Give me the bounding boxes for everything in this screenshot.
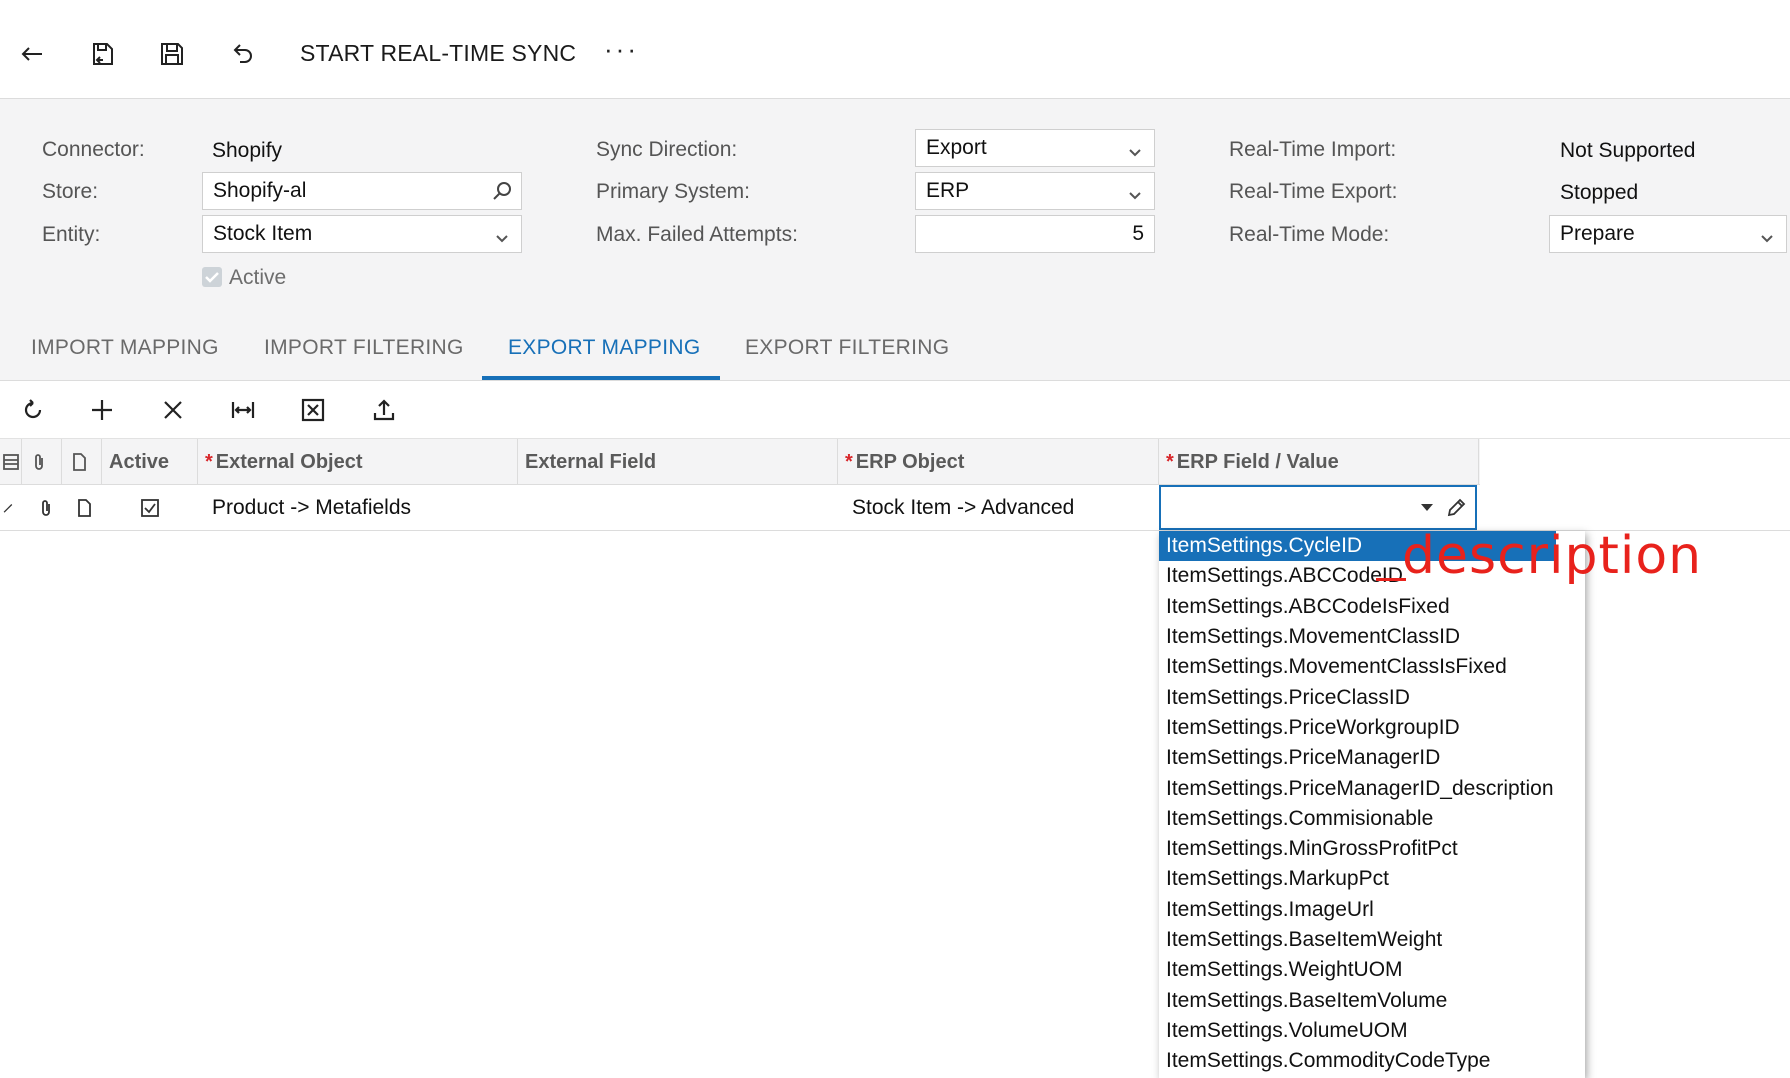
note-icon[interactable] bbox=[62, 485, 94, 531]
chevron-down-icon bbox=[495, 227, 509, 243]
column-erp-field-value[interactable]: * ERP Field / Value bbox=[1159, 439, 1479, 485]
search-icon[interactable] bbox=[491, 180, 513, 202]
connector-label: Connector: bbox=[42, 138, 145, 161]
sync-direction-value: Export bbox=[926, 136, 987, 159]
real-time-mode-value: Prepare bbox=[1560, 222, 1635, 245]
real-time-import-value: Not Supported bbox=[1560, 139, 1696, 162]
dropdown-option[interactable]: ItemSettings.MovementClassIsFixed bbox=[1159, 652, 1585, 682]
tab-bar: IMPORT MAPPING IMPORT FILTERING EXPORT M… bbox=[0, 320, 1790, 381]
chevron-down-icon bbox=[1128, 141, 1142, 157]
column-erp-field-value-label: ERP Field / Value bbox=[1176, 450, 1339, 473]
dropdown-option[interactable]: ItemSettings.BaseItemWeight bbox=[1159, 925, 1585, 955]
entity-label: Entity: bbox=[42, 223, 101, 246]
primary-system-value: ERP bbox=[926, 179, 970, 202]
erp-field-options-list[interactable]: ItemSettings.CycleID ItemSettings.ABCCode… bbox=[1159, 531, 1585, 1078]
refresh-icon[interactable] bbox=[16, 393, 50, 427]
back-icon[interactable] bbox=[12, 34, 52, 74]
pencil-icon[interactable] bbox=[1445, 497, 1467, 524]
save-close-icon[interactable] bbox=[82, 34, 122, 74]
column-active-label: Active bbox=[109, 450, 170, 473]
tab-import-mapping[interactable]: IMPORT MAPPING bbox=[31, 336, 219, 360]
export-excel-icon[interactable] bbox=[296, 393, 330, 427]
fit-to-screen-icon[interactable] bbox=[226, 393, 260, 427]
row-selector-header-icon bbox=[0, 439, 22, 485]
note-header-icon bbox=[62, 439, 102, 485]
max-failed-attempts-input[interactable]: 5 bbox=[915, 215, 1155, 253]
column-active[interactable]: Active bbox=[102, 439, 198, 485]
required-mark: * bbox=[845, 450, 853, 473]
row-active-checkbox[interactable] bbox=[128, 485, 160, 531]
tab-import-filtering[interactable]: IMPORT FILTERING bbox=[264, 336, 464, 360]
real-time-mode-label: Real-Time Mode: bbox=[1229, 223, 1390, 246]
upload-icon[interactable] bbox=[367, 393, 401, 427]
dropdown-arrow-icon[interactable] bbox=[1421, 504, 1433, 511]
store-field[interactable]: Shopify-al bbox=[202, 172, 522, 210]
dropdown-option[interactable]: ItemSettings.PriceClassID bbox=[1159, 682, 1585, 712]
column-external-object-label: External Object bbox=[215, 450, 363, 473]
dropdown-option[interactable]: ItemSettings.BaseItemVolume bbox=[1159, 985, 1585, 1015]
primary-system-label: Primary System: bbox=[596, 180, 751, 203]
external-field-cell[interactable] bbox=[520, 485, 532, 531]
add-row-icon[interactable] bbox=[85, 393, 119, 427]
entity-select[interactable]: Stock Item bbox=[202, 215, 522, 253]
chevron-down-icon bbox=[1760, 227, 1774, 243]
save-icon[interactable] bbox=[152, 34, 192, 74]
dropdown-option[interactable]: ItemSettings.PriceManagerID bbox=[1159, 743, 1585, 773]
tab-export-mapping[interactable]: EXPORT MAPPING bbox=[508, 336, 700, 360]
active-label: Active bbox=[229, 266, 287, 289]
start-real-time-sync-button[interactable]: START REAL-TIME SYNC bbox=[300, 40, 576, 67]
active-tab-indicator bbox=[482, 376, 720, 380]
chevron-down-icon bbox=[1128, 184, 1142, 200]
dropdown-option[interactable]: ItemSettings.MovementClassID bbox=[1159, 622, 1585, 652]
max-failed-attempts-value: 5 bbox=[1132, 222, 1144, 245]
dropdown-option[interactable]: ItemSettings.PriceWorkgroupID bbox=[1159, 713, 1585, 743]
column-external-field-label: External Field bbox=[525, 450, 657, 473]
attachment-header-icon bbox=[22, 439, 62, 485]
real-time-mode-select[interactable]: Prepare bbox=[1549, 215, 1787, 253]
delete-row-icon[interactable] bbox=[156, 393, 190, 427]
dropdown-option[interactable]: ItemSettings.ABCCodeIsFixed bbox=[1159, 592, 1585, 622]
more-actions-button[interactable]: ··· bbox=[604, 34, 639, 65]
top-toolbar: START REAL-TIME SYNC ··· bbox=[0, 0, 1790, 99]
dropdown-option[interactable]: ItemSettings.MarkupPct bbox=[1159, 864, 1585, 894]
column-erp-object[interactable]: * ERP Object bbox=[838, 439, 1159, 485]
table-row[interactable]: Product -> Metafields Stock Item -> Adva… bbox=[0, 485, 1790, 531]
dropdown-option[interactable]: ItemSettings.MinGrossProfitPct bbox=[1159, 834, 1585, 864]
connector-value: Shopify bbox=[212, 139, 283, 162]
dropdown-option[interactable]: ItemSettings.PriceManagerID_description bbox=[1159, 773, 1585, 803]
grid-toolbar bbox=[0, 381, 1790, 439]
annotation-text: description bbox=[1402, 526, 1703, 586]
real-time-import-label: Real-Time Import: bbox=[1229, 138, 1397, 161]
tab-export-filtering[interactable]: EXPORT FILTERING bbox=[745, 336, 949, 360]
store-label: Store: bbox=[42, 180, 99, 203]
column-erp-object-label: ERP Object bbox=[855, 450, 965, 473]
erp-object-cell[interactable]: Stock Item -> Advanced bbox=[840, 485, 1074, 531]
edit-row-icon bbox=[0, 485, 16, 531]
entity-value: Stock Item bbox=[213, 222, 313, 245]
undo-icon[interactable] bbox=[222, 34, 262, 74]
dropdown-option[interactable]: ItemSettings.Commisionable bbox=[1159, 804, 1585, 834]
max-failed-attempts-label: Max. Failed Attempts: bbox=[596, 223, 798, 246]
attachment-icon[interactable] bbox=[24, 485, 56, 531]
dropdown-option[interactable]: ItemSettings.WeightUOM bbox=[1159, 955, 1585, 985]
dropdown-option[interactable]: ItemSettings.ImageUrl bbox=[1159, 895, 1585, 925]
dropdown-option[interactable]: ItemSettings.CommodityCodeType bbox=[1159, 1046, 1585, 1076]
primary-system-select[interactable]: ERP bbox=[915, 172, 1155, 210]
dropdown-option[interactable]: ItemSettings.VolumeUOM bbox=[1159, 1016, 1585, 1046]
active-checkbox[interactable] bbox=[202, 267, 222, 287]
store-value: Shopify-al bbox=[213, 179, 307, 202]
column-external-field[interactable]: External Field bbox=[518, 439, 838, 485]
sync-direction-label: Sync Direction: bbox=[596, 138, 738, 161]
real-time-export-label: Real-Time Export: bbox=[1229, 180, 1398, 203]
required-mark: * bbox=[1166, 450, 1174, 473]
erp-field-value-editor[interactable] bbox=[1159, 485, 1477, 530]
sync-direction-select[interactable]: Export bbox=[915, 129, 1155, 167]
column-external-object[interactable]: * External Object bbox=[198, 439, 518, 485]
external-object-cell[interactable]: Product -> Metafields bbox=[200, 485, 411, 531]
grid-header: Active * External Object External Field … bbox=[0, 439, 1480, 485]
required-mark: * bbox=[205, 450, 213, 473]
real-time-export-value: Stopped bbox=[1560, 181, 1639, 204]
